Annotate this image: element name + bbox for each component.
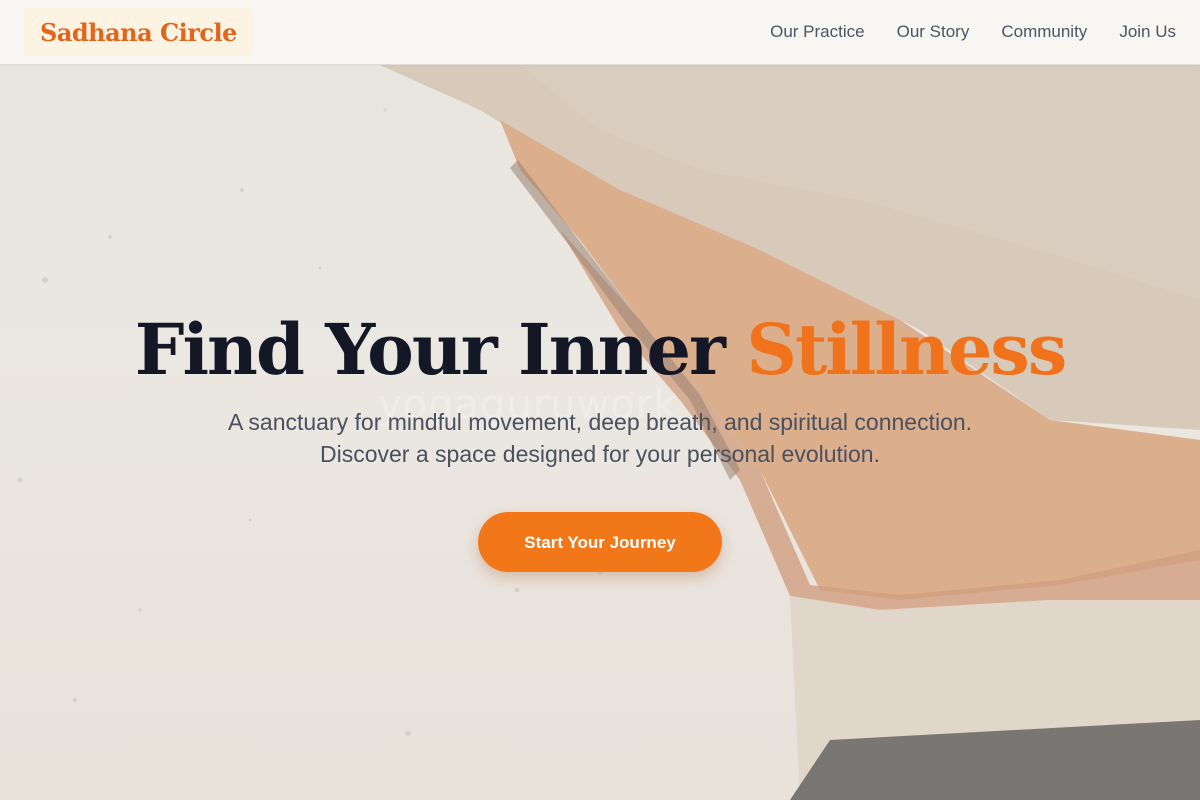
nav-link-community[interactable]: Community (1001, 22, 1087, 41)
start-journey-button[interactable]: Start Your Journey (478, 512, 722, 572)
hero-title-accent: Stillness (746, 308, 1067, 391)
hero-section: Find Your Inner Stillness A sanctuary fo… (0, 300, 1200, 572)
nav-link-our-story[interactable]: Our Story (897, 22, 970, 41)
hero-subtitle-line-1: A sanctuary for mindful movement, deep b… (227, 409, 973, 435)
nav-link-join-us[interactable]: Join Us (1119, 22, 1176, 41)
nav-item: Our Practice (770, 22, 864, 42)
hero-subtitle-line-2: Discover a space designed for your perso… (320, 441, 880, 467)
site-header: Sadhana Circle Our Practice Our Story Co… (0, 0, 1200, 64)
hero-title: Find Your Inner Stillness (0, 300, 1200, 400)
brand-logo-link[interactable]: Sadhana Circle (24, 8, 253, 56)
main-nav: Our Practice Our Story Community Join Us (770, 0, 1176, 64)
hero-title-main: Find Your Inner (134, 308, 747, 391)
nav-link-our-practice[interactable]: Our Practice (770, 22, 864, 41)
hero-subtitle: A sanctuary for mindful movement, deep b… (150, 406, 1050, 470)
nav-item: Community (1001, 22, 1087, 42)
nav-item: Join Us (1119, 22, 1176, 42)
nav-item: Our Story (897, 22, 970, 42)
